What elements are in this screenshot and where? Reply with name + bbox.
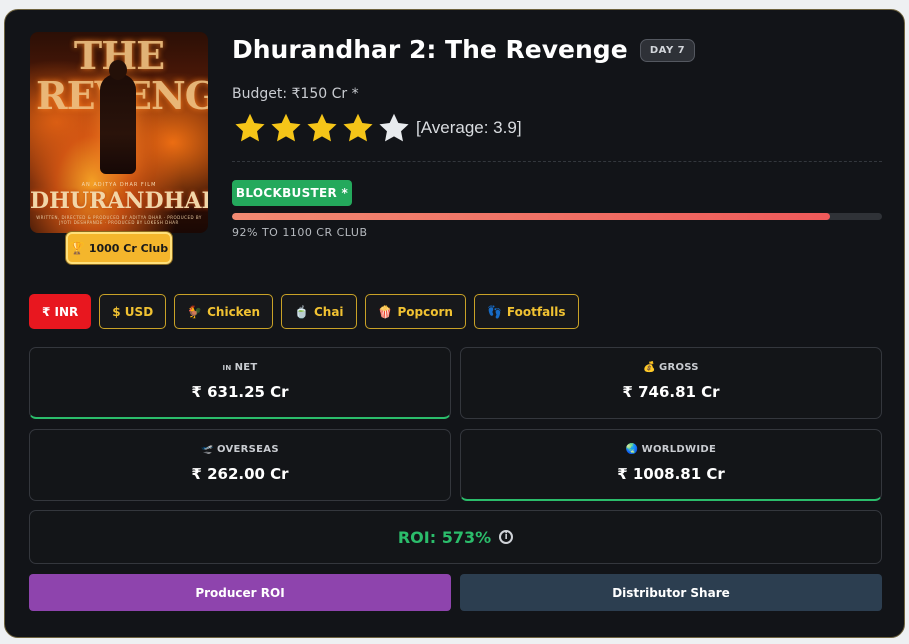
star-icon-2[interactable] bbox=[268, 110, 304, 146]
worldwide-label: 🌏 WORLDWIDE bbox=[625, 444, 717, 455]
currency-button-chai[interactable]: 🍵 Chai bbox=[281, 294, 357, 329]
money-bag-icon: 💰 bbox=[643, 362, 656, 373]
roi-value: ROI: 573% bbox=[397, 527, 492, 547]
star-icon-1[interactable] bbox=[232, 110, 268, 146]
gross-card: 💰 GROSS ₹ 746.81 Cr bbox=[460, 347, 882, 419]
distributor-share-button[interactable]: Distributor Share bbox=[460, 574, 882, 611]
star-rating[interactable]: [Average: 3.9] bbox=[232, 110, 522, 146]
movie-card: THE REVENGE AN ADITYA DHAR FILM DHURANDH… bbox=[4, 9, 905, 638]
currency-button-footfalls[interactable]: 👣 Footfalls bbox=[473, 294, 579, 329]
rating-average: [Average: 3.9] bbox=[416, 118, 522, 137]
popcorn-icon: 🍿 bbox=[377, 304, 393, 319]
net-card: IN NET ₹ 631.25 Cr bbox=[29, 347, 451, 419]
gross-label: 💰 GROSS bbox=[643, 362, 699, 373]
footprints-icon: 👣 bbox=[486, 304, 502, 319]
star-icon-5[interactable] bbox=[376, 110, 412, 146]
currency-button-chicken[interactable]: 🐓 Chicken bbox=[174, 294, 274, 329]
divider bbox=[232, 161, 882, 162]
poster-credits: WRITTEN, DIRECTED & PRODUCED BY ADITYA D… bbox=[36, 215, 202, 225]
poster-figure bbox=[100, 60, 136, 174]
star-icon-3[interactable] bbox=[304, 110, 340, 146]
star-icon-4[interactable] bbox=[340, 110, 376, 146]
verdict-badge: BLOCKBUSTER * bbox=[232, 180, 352, 206]
producer-roi-button[interactable]: Producer ROI bbox=[29, 574, 451, 611]
day-badge: DAY 7 bbox=[640, 39, 695, 62]
currency-button-label: Popcorn bbox=[397, 304, 453, 319]
gross-value: ₹ 746.81 Cr bbox=[622, 383, 720, 401]
currency-button-label: Footfalls bbox=[506, 304, 566, 319]
currency-button-label: Chai bbox=[313, 304, 344, 319]
info-icon[interactable]: i bbox=[499, 530, 514, 544]
worldwide-card: 🌏 WORLDWIDE ₹ 1008.81 Cr bbox=[460, 429, 882, 501]
budget-text: Budget: ₹150 Cr * bbox=[232, 86, 359, 102]
airplane-icon: 🛫 bbox=[201, 444, 214, 455]
overseas-value: ₹ 262.00 Cr bbox=[191, 465, 289, 483]
currency-button-usd[interactable]: $ USD bbox=[99, 294, 167, 329]
chai-icon: 🍵 bbox=[294, 304, 309, 319]
club-progress-label: 92% TO 1100 CR CLUB bbox=[232, 226, 368, 239]
club-progress-bar bbox=[232, 213, 882, 220]
net-value: ₹ 631.25 Cr bbox=[191, 383, 289, 401]
net-label: IN NET bbox=[222, 362, 258, 373]
currency-button-inr[interactable]: ₹ INR bbox=[29, 294, 92, 329]
india-flag-icon: IN bbox=[222, 364, 232, 372]
movie-poster: THE REVENGE AN ADITYA DHAR FILM DHURANDH… bbox=[30, 32, 208, 233]
trophy-icon: 🏆 bbox=[69, 241, 85, 255]
worldwide-value: ₹ 1008.81 Cr bbox=[617, 465, 725, 483]
overseas-label: 🛫 OVERSEAS bbox=[201, 444, 279, 455]
roi-card: ROI: 573% i bbox=[29, 510, 882, 564]
currency-selector: ₹ INR $ USD 🐓 Chicken 🍵 Chai 🍿 Popcorn 👣 Footfall… bbox=[29, 294, 579, 329]
currency-button-label: $ USD bbox=[112, 304, 154, 319]
club-progress-fill bbox=[232, 213, 830, 220]
movie-title: Dhurandhar 2: The Revenge bbox=[232, 35, 628, 64]
overseas-card: 🛫 OVERSEAS ₹ 262.00 Cr bbox=[29, 429, 451, 501]
club-badge-label: 1000 Cr Club bbox=[88, 241, 169, 255]
currency-button-label: ₹ INR bbox=[42, 304, 79, 319]
globe-icon: 🌏 bbox=[625, 444, 639, 455]
rooster-icon: 🐓 bbox=[187, 304, 203, 319]
club-badge: 🏆 1000 Cr Club bbox=[66, 232, 172, 264]
currency-button-popcorn[interactable]: 🍿 Popcorn bbox=[364, 294, 466, 329]
currency-button-label: Chicken bbox=[207, 304, 261, 319]
poster-title-bottom: DHURANDHAR bbox=[30, 188, 208, 214]
